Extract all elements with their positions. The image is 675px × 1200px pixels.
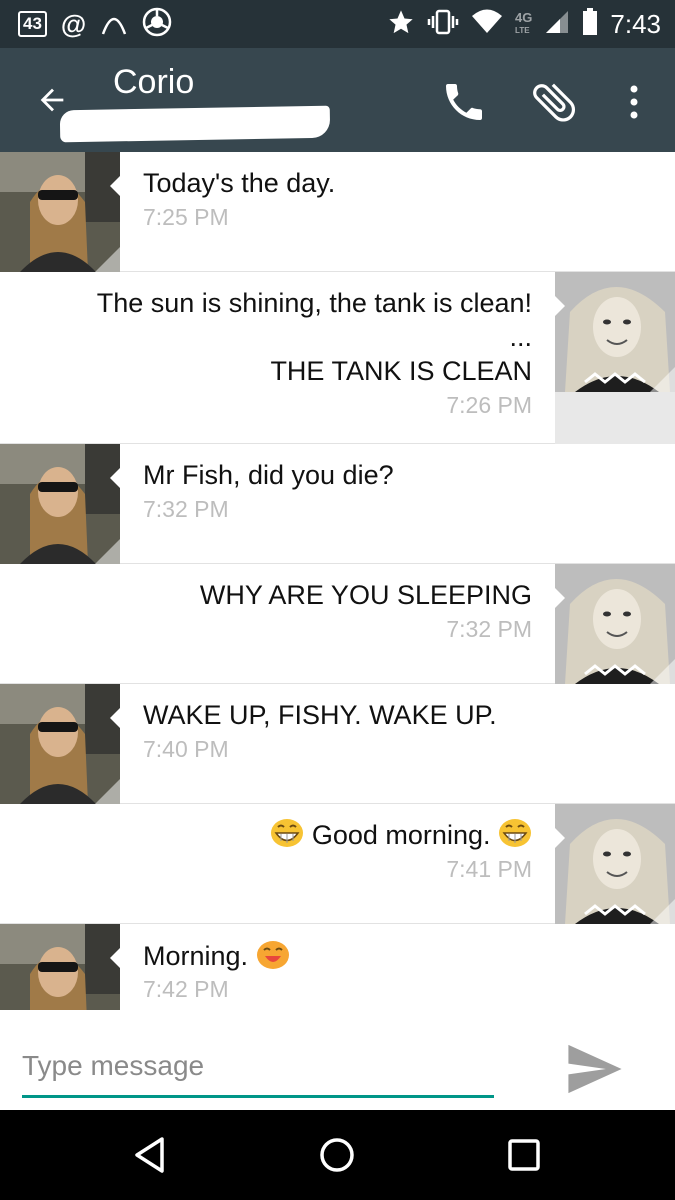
message-row: Mr Fish, did you die? 7:32 PM — [0, 444, 675, 564]
message-line: WHY ARE YOU SLEEPING — [199, 580, 532, 610]
more-vert-icon — [630, 85, 638, 119]
message-text: Mr Fish, did you die? — [143, 458, 643, 492]
message-time: 7:40 PM — [143, 736, 229, 762]
back-arrow-icon — [40, 88, 64, 112]
my-avatar[interactable] — [555, 804, 675, 924]
triangle-back-icon — [135, 1137, 164, 1173]
paperclip-icon — [533, 83, 576, 122]
bubble-tail — [553, 586, 565, 610]
app-bar: Corio — [0, 48, 675, 152]
message-line: THE TANK IS CLEAN — [270, 356, 532, 386]
network-type: 4G LTE — [515, 11, 532, 37]
message-time: 7:32 PM — [143, 496, 229, 522]
message-line: Good morning. — [311, 820, 491, 851]
cell-signal-icon — [544, 9, 570, 40]
battery-icon — [582, 7, 598, 41]
compose-bar — [0, 1010, 675, 1110]
message-time: 7:41 PM — [446, 856, 532, 882]
message-line: The sun is shining, the tank is clean! — [96, 288, 532, 318]
message-row: WHY ARE YOU SLEEPING 7:32 PM — [0, 564, 675, 684]
my-avatar[interactable] — [555, 272, 675, 392]
bubble-tail — [553, 826, 565, 850]
send-button[interactable] — [560, 1034, 630, 1104]
attach-button[interactable] — [524, 74, 584, 130]
contact-avatar[interactable] — [0, 684, 120, 804]
message-row: Today's the day. 7:25 PM — [0, 152, 675, 272]
message-text: Today's the day. — [143, 166, 643, 200]
grinning-face-emoji — [270, 818, 304, 856]
nav-home-button[interactable] — [307, 1130, 367, 1180]
contact-avatar[interactable] — [0, 444, 120, 564]
grinning-face-emoji — [498, 818, 532, 856]
avatar-spacer — [555, 392, 675, 444]
message-row: Morning. 7:42 PM — [0, 924, 675, 1010]
message-line: WAKE UP, FISHY. WAKE UP. — [143, 700, 497, 730]
status-time: 7:43 — [610, 8, 661, 39]
message-text: WHY ARE YOU SLEEPING — [32, 578, 532, 612]
message-row: Good morning. 7:41 PM — [0, 804, 675, 924]
status-bar: 43 @ 4G LTE 7:43 — [0, 0, 675, 48]
network-label: 4G — [515, 10, 533, 25]
vibrate-icon — [427, 8, 459, 41]
message-time: 7:32 PM — [446, 616, 532, 642]
navigation-bar — [0, 1110, 675, 1200]
star-icon — [387, 8, 415, 41]
message-list[interactable]: Today's the day. 7:25 PM The sun is shin… — [0, 152, 675, 1010]
lte-label: LTE — [515, 26, 530, 35]
square-recents-icon — [508, 1139, 540, 1171]
circle-home-icon — [320, 1138, 354, 1172]
phone-icon — [446, 84, 482, 120]
contact-avatar[interactable] — [0, 152, 120, 272]
message-text: Good morning. — [32, 818, 532, 856]
message-time: 7:42 PM — [143, 976, 229, 1002]
bubble-tail — [553, 294, 565, 318]
message-input[interactable] — [22, 1040, 494, 1098]
nav-back-button[interactable] — [120, 1130, 180, 1180]
send-icon — [568, 1044, 622, 1094]
message-row: WAKE UP, FISHY. WAKE UP. 7:40 PM — [0, 684, 675, 804]
call-button[interactable] — [436, 74, 492, 130]
more-options-button[interactable] — [612, 74, 656, 130]
bubble-tail — [110, 706, 122, 730]
redaction-mark — [59, 105, 331, 143]
message-line: Mr Fish, did you die? — [143, 460, 394, 490]
contact-avatar[interactable] — [0, 924, 120, 1010]
nav-recents-button[interactable] — [494, 1130, 554, 1180]
smiling-face-emoji — [256, 938, 290, 978]
bubble-tail — [110, 174, 122, 198]
message-line: Morning. — [143, 941, 249, 972]
message-text: The sun is shining, the tank is clean! .… — [32, 286, 532, 388]
notification-count-badge: 43 — [18, 11, 47, 37]
message-time: 7:26 PM — [446, 392, 532, 418]
message-text: Morning. — [143, 938, 643, 978]
signal-arc-icon — [100, 8, 128, 41]
message-time: 7:25 PM — [143, 204, 229, 230]
bubble-tail — [110, 946, 122, 970]
wifi-icon — [471, 9, 503, 40]
at-sign-icon: @ — [60, 9, 87, 39]
my-avatar[interactable] — [555, 564, 675, 684]
message-row: The sun is shining, the tank is clean! .… — [0, 272, 675, 444]
message-line: Today's the day. — [143, 168, 336, 198]
message-line: ... — [509, 322, 532, 352]
chrome-icon — [142, 7, 172, 42]
message-text: WAKE UP, FISHY. WAKE UP. — [143, 698, 643, 732]
bubble-tail — [110, 466, 122, 490]
contact-name[interactable]: Corio — [113, 62, 194, 102]
